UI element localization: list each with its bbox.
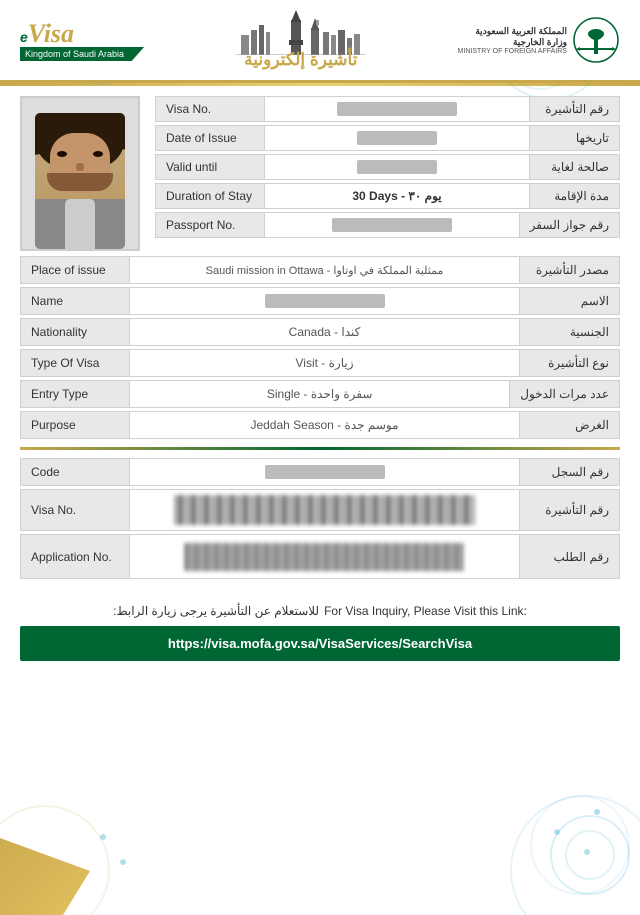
- skyline-icon: [236, 10, 366, 55]
- date-of-issue-value: [265, 125, 530, 151]
- duration-value: 30 Days - يوم ٣٠: [265, 183, 530, 209]
- name-row: Name الاسم: [20, 287, 620, 315]
- main-content: Visa No. رقم التأشيرة Date of Issue تاري…: [0, 86, 640, 592]
- inquiry-arabic: للاستعلام عن التأشيرة يرجى زيارة الرابط:: [113, 604, 319, 618]
- bottom-visa-no-value: [130, 489, 520, 531]
- footer: للاستعلام عن التأشيرة يرجى زيارة الرابط:…: [0, 592, 640, 666]
- entry-type-label: Entry Type: [20, 380, 130, 408]
- bottom-section: Code رقم السجل Visa No. رقم التأشيرة App…: [20, 458, 620, 579]
- inquiry-english: For Visa Inquiry, Please Visit this Link…: [324, 604, 527, 618]
- purpose-row: Purpose Jeddah Season - موسم جدة الغرض: [20, 411, 620, 439]
- visa-details-section: Visa No. رقم التأشيرة Date of Issue تاري…: [155, 96, 620, 251]
- bottom-visa-no-arabic: رقم التأشيرة: [520, 489, 620, 531]
- evisa-logo: e Visa Kingdom of Saudi Arabia: [20, 19, 144, 61]
- ministry-english: MINISTRY OF FOREIGN AFFAIRS: [458, 48, 567, 55]
- purpose-label: Purpose: [20, 411, 130, 439]
- valid-until-arabic: صالحة لغاية: [530, 154, 620, 180]
- place-of-issue-label: Place of issue: [20, 256, 130, 284]
- nationality-value: Canada - كندا: [130, 318, 520, 346]
- type-of-visa-row: Type Of Visa Visit - زيارة نوع التأشيرة: [20, 349, 620, 377]
- entry-type-row: Entry Type Single - سفرة واحدة عدد مرات …: [20, 380, 620, 408]
- saudi-emblem-icon: [572, 14, 620, 66]
- header: e Visa Kingdom of Saudi Arabia: [0, 0, 640, 83]
- code-value: [130, 458, 520, 486]
- entry-type-value: Single - سفرة واحدة: [130, 380, 510, 408]
- ministry-logo-area: المملكة العربية السعودية وزارة الخارجية …: [458, 14, 620, 66]
- duration-label: Duration of Stay: [155, 183, 265, 209]
- bottom-visa-no-label: Visa No.: [20, 489, 130, 531]
- entry-type-arabic: عدد مرات الدخول: [510, 380, 620, 408]
- visa-word: Visa: [28, 19, 74, 49]
- place-of-issue-arabic: مصدر التأشيرة: [520, 256, 620, 284]
- section-divider: [20, 447, 620, 450]
- ministry-arabic-line2: وزارة الخارجية: [458, 37, 567, 48]
- arabic-title: تأشيرة إلكترونية: [244, 50, 357, 70]
- gold-decoration: [0, 805, 90, 915]
- kingdom-label: Kingdom of Saudi Arabia: [20, 47, 144, 61]
- application-no-row: Application No. رقم الطلب: [20, 534, 620, 579]
- valid-until-label: Valid until: [155, 154, 265, 180]
- bottom-visa-no-row: Visa No. رقم التأشيرة: [20, 489, 620, 531]
- footer-url[interactable]: https://visa.mofa.gov.sa/VisaServices/Se…: [20, 626, 620, 661]
- duration-arabic: مدة الإقامة: [530, 183, 620, 209]
- date-of-issue-row: Date of Issue تاريخها: [155, 125, 620, 151]
- e-letter: e: [20, 29, 28, 45]
- passport-arabic: رقم جواز السفر: [520, 212, 620, 238]
- name-value: [130, 287, 520, 315]
- name-arabic: الاسم: [520, 287, 620, 315]
- visa-no-value: [265, 96, 530, 122]
- passport-value: [265, 212, 520, 238]
- purpose-arabic: الغرض: [520, 411, 620, 439]
- passport-label: Passport No.: [155, 212, 265, 238]
- application-no-value: [130, 534, 520, 579]
- duration-row: Duration of Stay 30 Days - يوم ٣٠ مدة ال…: [155, 183, 620, 209]
- inquiry-text: للاستعلام عن التأشيرة يرجى زيارة الرابط:…: [20, 604, 620, 618]
- place-of-issue-row: Place of issue Saudi mission in Ottawa -…: [20, 256, 620, 284]
- name-label: Name: [20, 287, 130, 315]
- code-arabic: رقم السجل: [520, 458, 620, 486]
- nationality-label: Nationality: [20, 318, 130, 346]
- type-of-visa-label: Type Of Visa: [20, 349, 130, 377]
- nationality-row: Nationality Canada - كندا الجنسية: [20, 318, 620, 346]
- code-row: Code رقم السجل: [20, 458, 620, 486]
- type-of-visa-arabic: نوع التأشيرة: [520, 349, 620, 377]
- place-of-issue-value: Saudi mission in Ottawa - ممثلية المملكة…: [130, 256, 520, 284]
- top-section: Visa No. رقم التأشيرة Date of Issue تاري…: [20, 96, 620, 251]
- visa-no-row: Visa No. رقم التأشيرة: [155, 96, 620, 122]
- passport-row: Passport No. رقم جواز السفر: [155, 212, 620, 238]
- application-no-label: Application No.: [20, 534, 130, 579]
- date-of-issue-label: Date of Issue: [155, 125, 265, 151]
- visa-no-arabic: رقم التأشيرة: [530, 96, 620, 122]
- header-center: تأشيرة إلكترونية: [236, 10, 366, 70]
- purpose-value: Jeddah Season - موسم جدة: [130, 411, 520, 439]
- nationality-arabic: الجنسية: [520, 318, 620, 346]
- type-of-visa-value: Visit - زيارة: [130, 349, 520, 377]
- application-no-arabic: رقم الطلب: [520, 534, 620, 579]
- visa-no-label: Visa No.: [155, 96, 265, 122]
- code-label: Code: [20, 458, 130, 486]
- valid-until-row: Valid until صالحة لغاية: [155, 154, 620, 180]
- applicant-photo: [20, 96, 140, 251]
- ministry-arabic-line1: المملكة العربية السعودية: [458, 26, 567, 37]
- valid-until-value: [265, 154, 530, 180]
- date-of-issue-arabic: تاريخها: [530, 125, 620, 151]
